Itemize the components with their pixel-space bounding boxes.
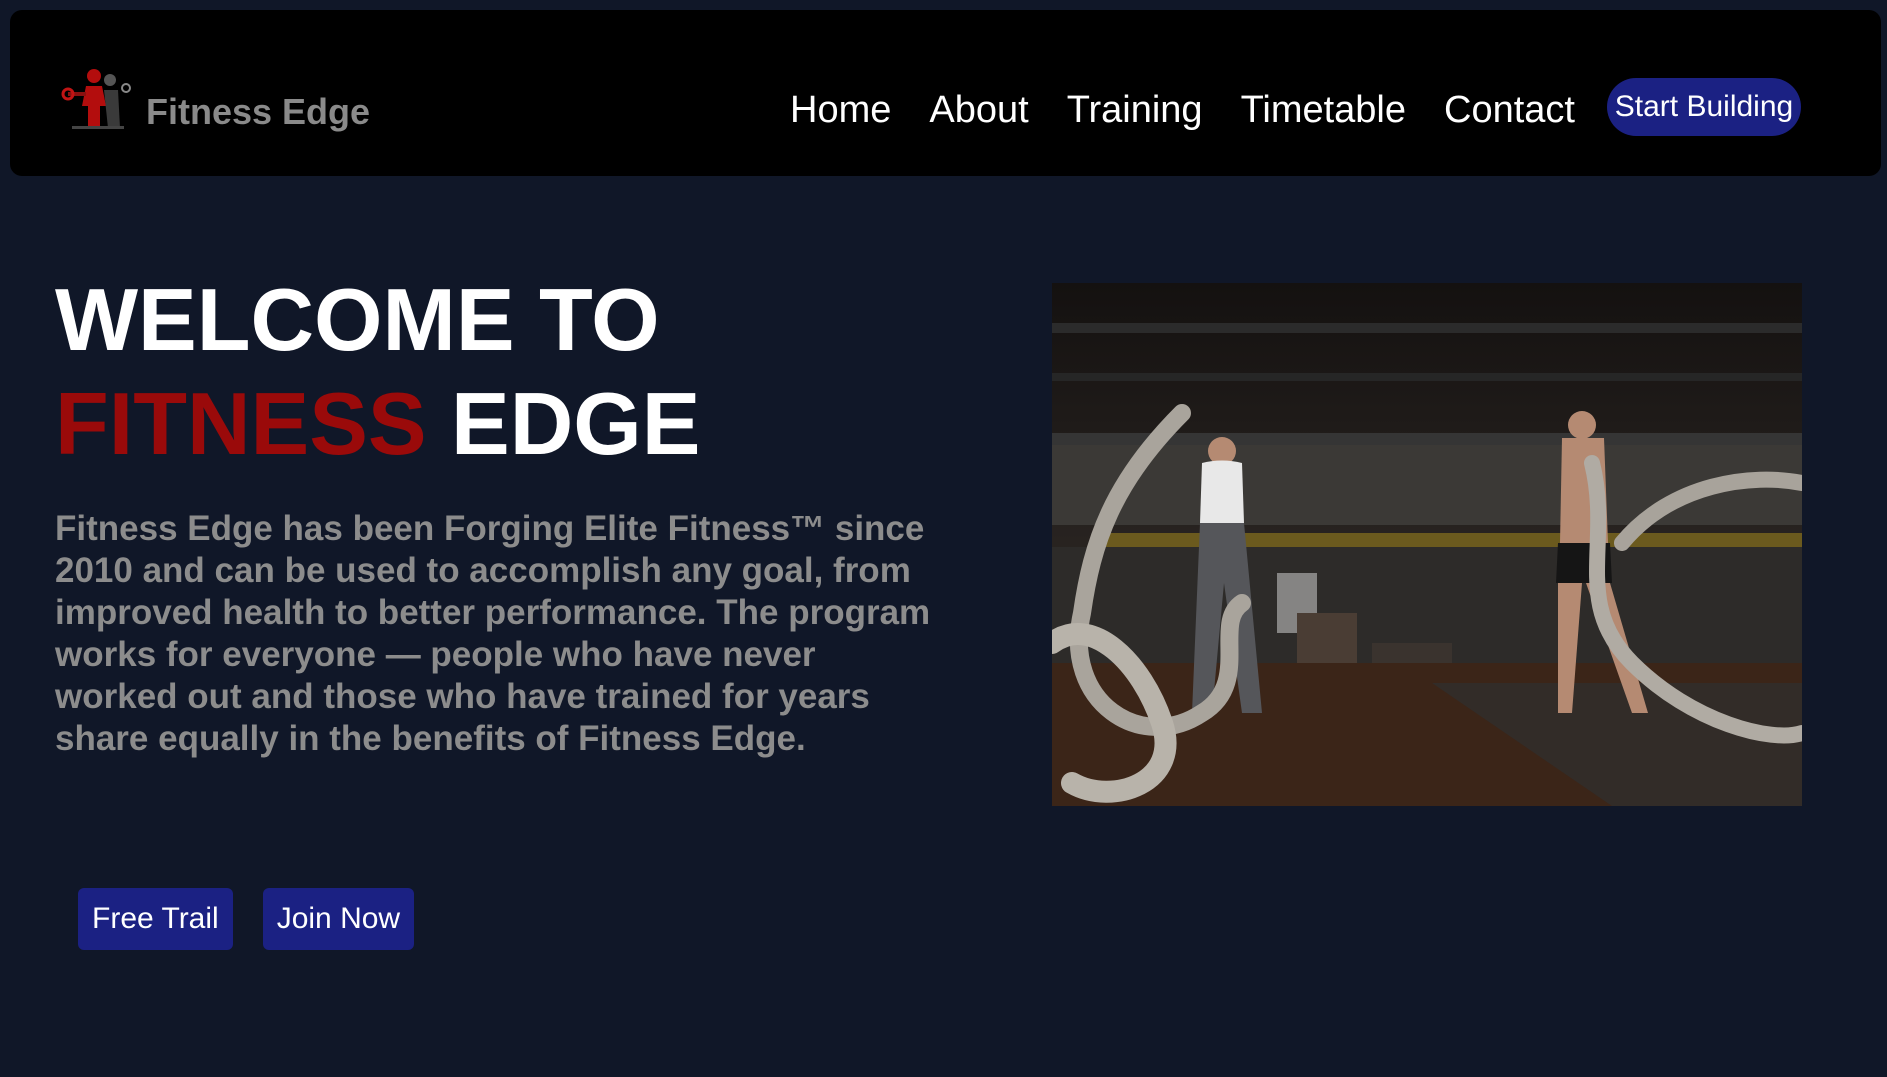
join-now-button[interactable]: Join Now xyxy=(262,888,415,950)
battle-ropes-photo xyxy=(1052,283,1802,806)
nav-link-home[interactable]: Home xyxy=(790,86,891,134)
hero-title-line1: WELCOME TO xyxy=(55,270,660,369)
free-trail-button[interactable]: Free Trail xyxy=(78,888,233,950)
brand[interactable]: Fitness Edge xyxy=(60,62,370,138)
hero-buttons: Free Trail Join Now xyxy=(78,888,444,950)
brand-name: Fitness Edge xyxy=(146,91,371,132)
hero-title: WELCOME TO FITNESS EDGE xyxy=(55,268,700,476)
nav-link-training[interactable]: Training xyxy=(1067,86,1203,134)
start-building-button[interactable]: Start Building xyxy=(1607,78,1801,136)
nav-link-about[interactable]: About xyxy=(929,86,1028,134)
top-navbar: Fitness Edge Home About Training Timetab… xyxy=(10,10,1881,176)
main-nav: Home About Training Timetable Contact xyxy=(790,86,1613,134)
hero-description: Fitness Edge has been Forging Elite Fitn… xyxy=(55,509,931,758)
dumbbell-figure-logo-icon xyxy=(60,62,136,138)
hero-title-rest: EDGE xyxy=(426,374,701,473)
hero-title-accent: FITNESS xyxy=(55,374,427,473)
nav-link-contact[interactable]: Contact xyxy=(1444,86,1575,134)
nav-link-timetable[interactable]: Timetable xyxy=(1241,86,1406,134)
